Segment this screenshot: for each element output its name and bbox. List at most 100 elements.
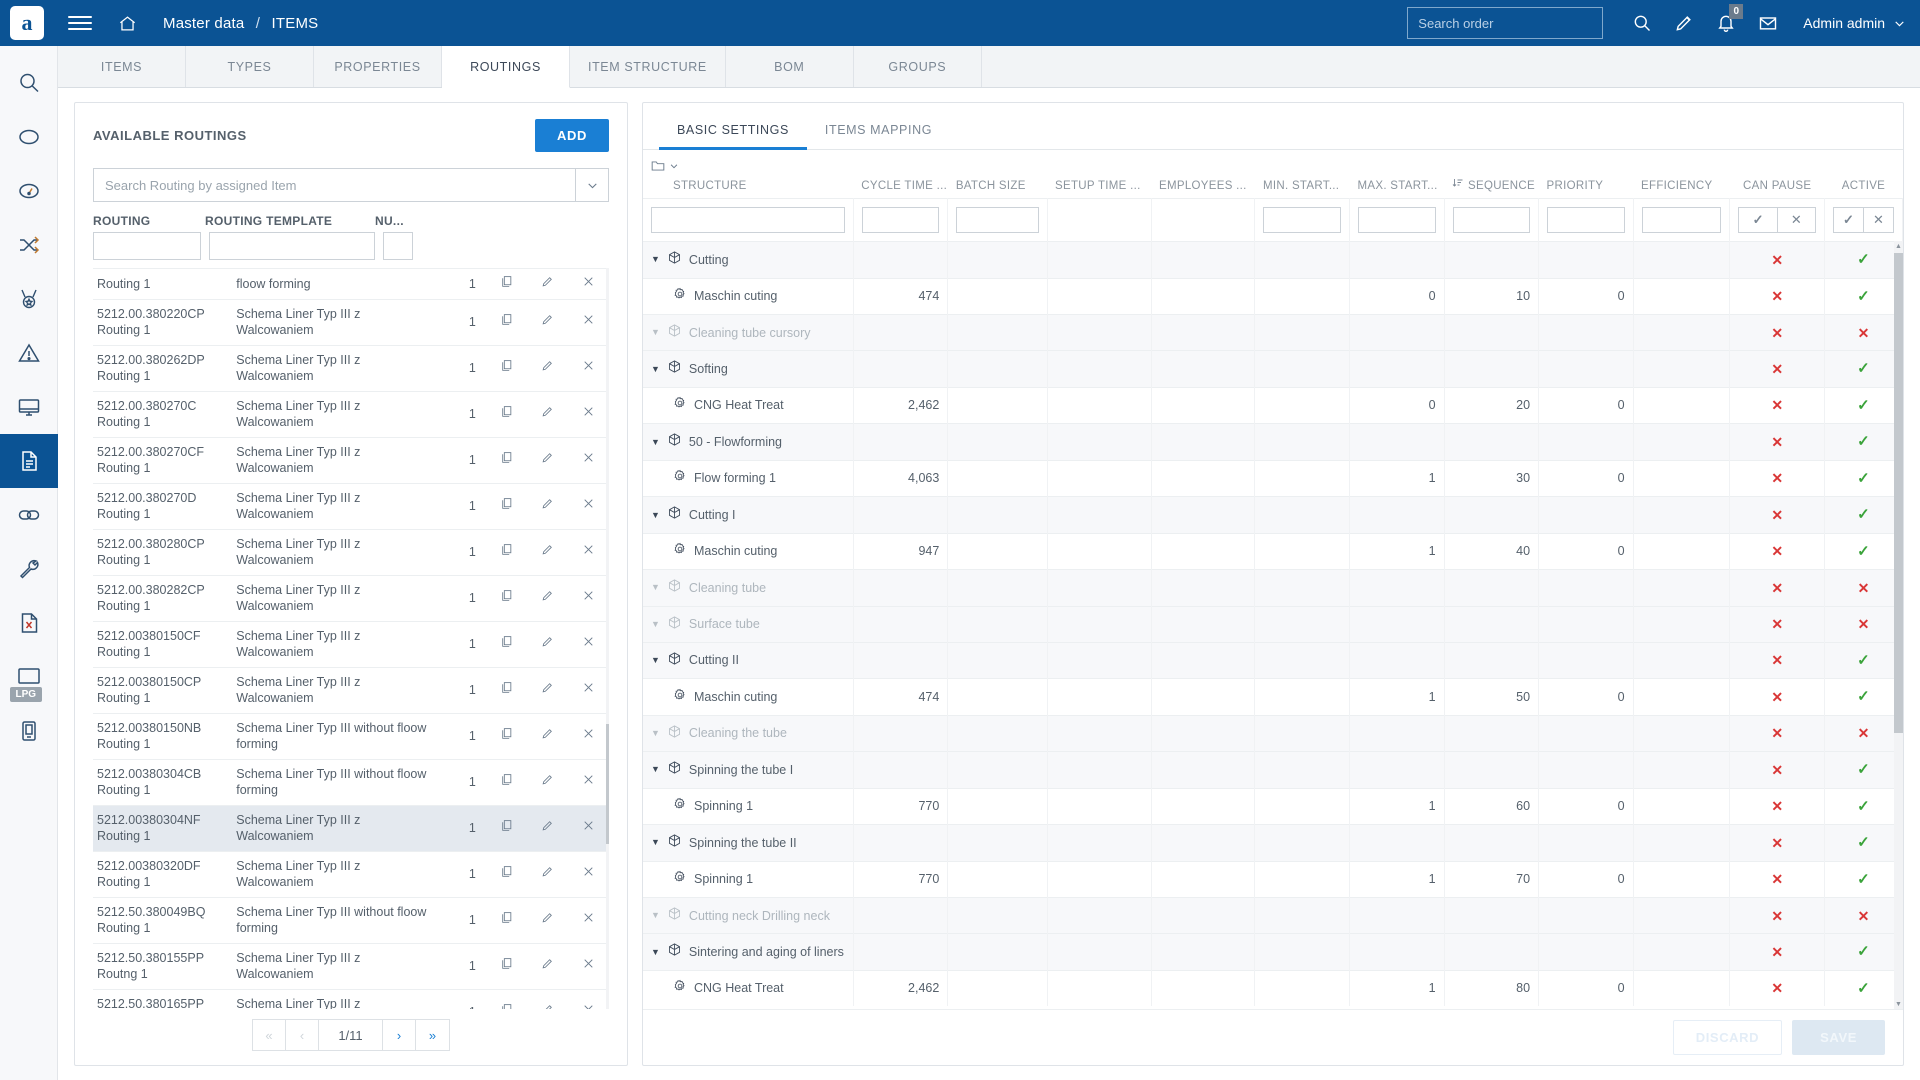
copy-routing-icon[interactable] bbox=[485, 344, 527, 391]
table-row[interactable]: 5212.00.380220CP Routing 1 Schema Liner T… bbox=[93, 298, 609, 345]
table-row[interactable]: 5212.00380320DF Routing 1 Schema Liner Ty… bbox=[93, 850, 609, 897]
delete-routing-icon[interactable] bbox=[567, 574, 609, 621]
column-header-employees[interactable]: EMPLOYEES ... bbox=[1151, 150, 1255, 199]
home-icon[interactable] bbox=[118, 14, 137, 33]
rail-document-icon[interactable] bbox=[0, 434, 58, 488]
user-menu[interactable]: Admin admin bbox=[1803, 15, 1906, 31]
grid-vertical-scrollbar[interactable]: ▲ ▼ bbox=[1894, 241, 1903, 1009]
search-icon[interactable] bbox=[1621, 0, 1663, 46]
structure-operation-row[interactable]: Flow forming 1 4,063 1 30 0 ✕ ✓ bbox=[643, 459, 1903, 497]
cell-active[interactable]: ✓ bbox=[1824, 860, 1903, 898]
delete-routing-icon[interactable] bbox=[567, 988, 609, 1009]
cell-can-pause[interactable]: ✕ bbox=[1729, 569, 1825, 606]
delete-routing-icon[interactable] bbox=[567, 804, 609, 851]
edit-routing-icon[interactable] bbox=[526, 804, 568, 851]
cell-can-pause[interactable]: ✕ bbox=[1729, 969, 1825, 1007]
tab-types[interactable]: TYPES bbox=[186, 46, 314, 87]
cell-can-pause[interactable]: ✕ bbox=[1729, 787, 1825, 825]
filter-sequence-input[interactable] bbox=[1452, 207, 1531, 233]
delete-routing-icon[interactable] bbox=[567, 482, 609, 529]
tab-items[interactable]: ITEMS bbox=[58, 46, 186, 87]
cell-active[interactable]: ✓ bbox=[1824, 241, 1903, 278]
copy-routing-icon[interactable] bbox=[485, 896, 527, 943]
cell-can-pause[interactable]: ✕ bbox=[1729, 933, 1825, 971]
filter-min-start-input[interactable] bbox=[1263, 207, 1341, 233]
add-routing-button[interactable]: ADD bbox=[535, 119, 609, 152]
structure-group-row[interactable]: ▼ Cleaning the tube ✕ ✕ bbox=[643, 714, 1903, 752]
edit-routing-icon[interactable] bbox=[526, 666, 568, 713]
cell-can-pause[interactable]: ✕ bbox=[1729, 386, 1825, 424]
copy-routing-icon[interactable] bbox=[485, 758, 527, 805]
cell-active[interactable]: ✓ bbox=[1824, 751, 1903, 788]
cell-can-pause[interactable]: ✕ bbox=[1729, 641, 1825, 679]
rail-shuffle-icon[interactable] bbox=[0, 218, 58, 272]
edit-routing-icon[interactable] bbox=[526, 436, 568, 483]
rail-wrench-icon[interactable] bbox=[0, 542, 58, 596]
column-header-sequence[interactable]: SEQUENCE bbox=[1444, 150, 1539, 199]
delete-routing-icon[interactable] bbox=[567, 268, 609, 299]
rail-device-icon[interactable] bbox=[0, 704, 58, 758]
delete-routing-icon[interactable] bbox=[567, 344, 609, 391]
edit-routing-icon[interactable] bbox=[526, 712, 568, 759]
menu-toggle-icon[interactable] bbox=[68, 12, 92, 34]
expand-caret-icon[interactable]: ▼ bbox=[651, 947, 660, 957]
filter-number-input[interactable] bbox=[383, 232, 413, 260]
cell-active[interactable]: ✓ bbox=[1824, 532, 1903, 570]
copy-routing-icon[interactable] bbox=[485, 666, 527, 713]
edit-routing-icon[interactable] bbox=[526, 620, 568, 667]
rail-warning-icon[interactable] bbox=[0, 326, 58, 380]
cell-active[interactable]: ✓ bbox=[1824, 423, 1903, 461]
structure-group-row[interactable]: ▼ Spinning the tube I ✕ ✓ bbox=[643, 751, 1903, 788]
cell-can-pause[interactable]: ✕ bbox=[1729, 277, 1825, 315]
edit-routing-icon[interactable] bbox=[526, 268, 568, 299]
tab-groups[interactable]: GROUPS bbox=[853, 46, 982, 87]
scroll-down-arrow-icon[interactable]: ▼ bbox=[1894, 999, 1903, 1009]
notifications-bell-icon[interactable]: 0 bbox=[1705, 0, 1747, 46]
cell-can-pause[interactable]: ✕ bbox=[1729, 241, 1825, 278]
structure-group-row[interactable]: ▼ Cutting I ✕ ✓ bbox=[643, 496, 1903, 534]
cell-active[interactable]: ✓ bbox=[1824, 350, 1903, 388]
cell-active[interactable]: ✕ bbox=[1824, 714, 1903, 752]
delete-routing-icon[interactable] bbox=[567, 758, 609, 805]
save-button[interactable]: SAVE bbox=[1792, 1020, 1885, 1055]
cell-can-pause[interactable]: ✕ bbox=[1729, 714, 1825, 752]
cell-active[interactable]: ✓ bbox=[1824, 641, 1903, 679]
copy-routing-icon[interactable] bbox=[485, 390, 527, 437]
mail-icon[interactable] bbox=[1747, 0, 1789, 46]
filter-batch-size-input[interactable] bbox=[956, 207, 1039, 233]
filter-routing-input[interactable] bbox=[93, 232, 201, 260]
edit-routing-icon[interactable] bbox=[526, 850, 568, 897]
tab-properties[interactable]: PROPERTIES bbox=[314, 46, 442, 87]
delete-routing-icon[interactable] bbox=[567, 390, 609, 437]
filter-routing-template-input[interactable] bbox=[209, 232, 375, 260]
filter-structure-input[interactable] bbox=[651, 207, 845, 233]
table-row[interactable]: 5212.00380304NF Routing 1 Schema Liner Ty… bbox=[93, 804, 609, 851]
cell-can-pause[interactable]: ✕ bbox=[1729, 423, 1825, 461]
cell-can-pause[interactable]: ✕ bbox=[1729, 605, 1825, 643]
delete-routing-icon[interactable] bbox=[567, 528, 609, 575]
structure-group-row[interactable]: ▼ Spinning the tube II ✕ ✓ bbox=[643, 824, 1903, 861]
cell-can-pause[interactable]: ✕ bbox=[1729, 824, 1825, 861]
filter-active-no[interactable]: ✕ bbox=[1863, 207, 1894, 233]
copy-routing-icon[interactable] bbox=[485, 298, 527, 345]
edit-routing-icon[interactable] bbox=[526, 390, 568, 437]
column-header-min-start[interactable]: MIN. START... bbox=[1255, 150, 1350, 199]
delete-routing-icon[interactable] bbox=[567, 436, 609, 483]
delete-routing-icon[interactable] bbox=[567, 850, 609, 897]
filter-priority-input[interactable] bbox=[1547, 207, 1625, 233]
rail-search-icon[interactable] bbox=[0, 56, 58, 110]
cell-can-pause[interactable]: ✕ bbox=[1729, 896, 1825, 934]
expand-caret-icon[interactable]: ▼ bbox=[651, 583, 660, 592]
table-row[interactable]: 5212.00.380270D Routing 1 Schema Liner Ty… bbox=[93, 482, 609, 529]
copy-routing-icon[interactable] bbox=[485, 850, 527, 897]
delete-routing-icon[interactable] bbox=[567, 298, 609, 345]
edit-routing-icon[interactable] bbox=[526, 298, 568, 345]
column-header-active[interactable]: ACTIVE bbox=[1824, 150, 1902, 199]
copy-routing-icon[interactable] bbox=[485, 988, 527, 1009]
discard-button[interactable]: DISCARD bbox=[1672, 1020, 1783, 1055]
copy-routing-icon[interactable] bbox=[485, 712, 527, 759]
tab-basic-settings[interactable]: BASIC SETTINGS bbox=[659, 113, 807, 150]
expand-caret-icon[interactable]: ▼ bbox=[651, 765, 660, 774]
filter-can-pause-no[interactable]: ✕ bbox=[1777, 207, 1816, 233]
delete-routing-icon[interactable] bbox=[567, 942, 609, 989]
